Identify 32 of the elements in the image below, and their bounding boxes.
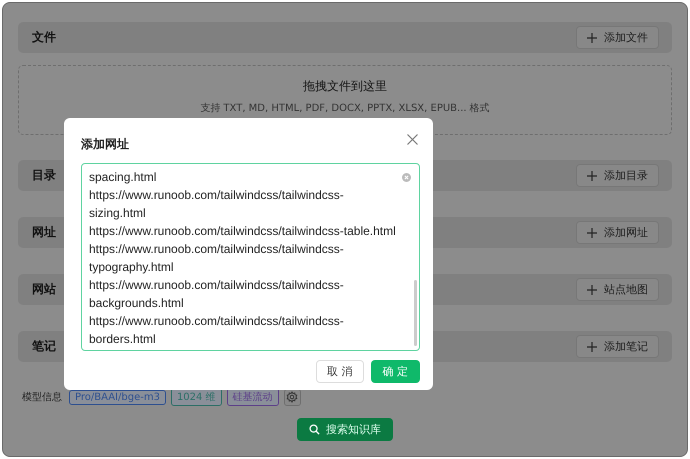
add-button[interactable]: 添加笔记	[576, 335, 659, 358]
url-input-field[interactable]	[81, 163, 420, 351]
plus-icon	[587, 342, 597, 352]
model-label: 模型信息	[22, 390, 62, 404]
confirm-button[interactable]: 确 定	[370, 360, 420, 383]
close-button[interactable]	[405, 132, 420, 147]
section-title: 文件	[32, 29, 56, 46]
add-button[interactable]: 站点地图	[576, 278, 659, 301]
add-button[interactable]: 添加文件	[576, 26, 659, 49]
section-title: 网址	[32, 224, 56, 241]
drop-hint: 支持 TXT, MD, HTML, PDF, DOCX, PPTX, XLSX, EPUB... 格式	[200, 102, 490, 114]
model-tag: Pro/BAAI/bge-m3	[69, 390, 166, 404]
plus-icon	[587, 170, 597, 180]
settings-icon	[286, 391, 298, 403]
add-button[interactable]: 添加目录	[576, 164, 659, 187]
add-button[interactable]: 添加网址	[576, 221, 659, 244]
url-text: https://www.runoob.com/tailwindcss/tailwindcss-borders.html	[89, 313, 345, 348]
close-icon	[407, 134, 418, 145]
section-title: 笔记	[32, 338, 56, 355]
section-title: 目录	[32, 167, 56, 184]
dialog-title: 添加网址	[81, 136, 129, 153]
plus-icon	[587, 228, 597, 238]
search-button[interactable]: 搜索知识库	[297, 418, 393, 441]
cancel-button[interactable]: 取 消	[316, 360, 364, 383]
plus-icon	[587, 32, 597, 42]
url-text: https://www.runoob.com/tailwindcss/tailwindcss-table.html	[89, 223, 396, 240]
plus-icon	[587, 284, 597, 294]
section-title: 网站	[32, 281, 56, 298]
search-icon	[309, 424, 320, 435]
url-text: spacing.html	[89, 169, 156, 186]
scrollbar-thumb[interactable]	[414, 280, 417, 346]
drop-title: 拖拽文件到这里	[303, 78, 387, 94]
